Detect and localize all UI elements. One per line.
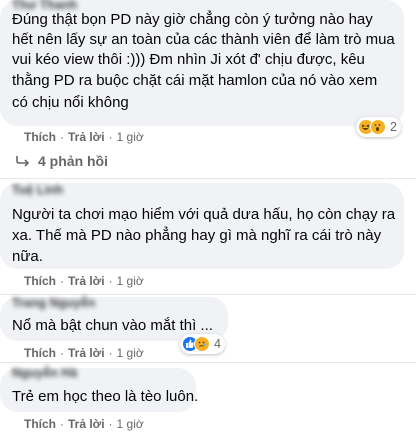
timestamp[interactable]: 1 giờ xyxy=(117,417,144,431)
comment-actions: Thích · Trả lời · 1 giờ xyxy=(24,130,144,144)
reaction-summary[interactable]: 4 xyxy=(180,334,225,354)
timestamp[interactable]: 1 giờ xyxy=(117,130,144,144)
comment-text: Nổ mà bật chun vào mắt thì ... xyxy=(12,317,213,334)
comment-actions: Thích · Trả lời · 1 giờ xyxy=(24,417,144,431)
divider xyxy=(0,362,416,363)
like-link[interactable]: Thích xyxy=(24,130,56,144)
like-link[interactable]: Thích xyxy=(24,417,56,431)
comment-line: hết nên lấy sự an toàn của các thành viê… xyxy=(12,31,395,48)
comment-author[interactable]: Nguyễn Hà xyxy=(12,366,77,380)
timestamp[interactable]: 1 giờ xyxy=(117,274,144,288)
comment-line: thằng PD ra buộc chặt cái mặt hamlon của… xyxy=(12,72,378,89)
divider xyxy=(0,294,416,295)
wow-reaction-icon xyxy=(370,119,386,135)
reaction-count: 2 xyxy=(390,120,397,134)
reply-link[interactable]: Trả lời xyxy=(68,346,105,360)
view-replies-link[interactable]: 4 phản hồi xyxy=(16,153,108,169)
like-link[interactable]: Thích xyxy=(24,274,56,288)
comment-line: xa. Thế mà PD nào phẳng hay gì mà nghĩ r… xyxy=(12,227,382,244)
reply-link[interactable]: Trả lời xyxy=(68,130,105,144)
comment-line: có chịu nổi không xyxy=(12,94,129,111)
comment-line: Người ta chơi mạo hiểm với quả dưa hấu, … xyxy=(12,206,396,223)
comment-line: vui kéo view thôi :))) Đm nhìn Ji xót đ'… xyxy=(12,51,365,68)
comment-actions: Thích · Trả lời · 1 giờ xyxy=(24,346,144,360)
reaction-count: 4 xyxy=(214,337,221,351)
comment-author[interactable]: Tuệ Linh xyxy=(12,183,63,197)
like-link[interactable]: Thích xyxy=(24,346,56,360)
reply-link[interactable]: Trả lời xyxy=(68,274,105,288)
comment-author[interactable]: Trang Nguyễn xyxy=(12,296,95,310)
replies-count-label[interactable]: 4 phản hồi xyxy=(38,153,108,169)
sad-reaction-icon xyxy=(194,336,210,352)
comment-line: Đúng thật bọn PD này giờ chẳng còn ý tưở… xyxy=(12,11,373,28)
comment-line: nữa. xyxy=(12,248,43,265)
comment-text: Trẻ em học theo là tèo luôn. xyxy=(12,388,199,405)
divider xyxy=(0,178,416,179)
comment-actions: Thích · Trả lời · 1 giờ xyxy=(24,274,144,288)
reply-arrow-icon xyxy=(16,156,30,167)
reaction-summary[interactable]: 2 xyxy=(356,117,401,137)
timestamp[interactable]: 1 giờ xyxy=(117,346,144,360)
reply-link[interactable]: Trả lời xyxy=(68,417,105,431)
